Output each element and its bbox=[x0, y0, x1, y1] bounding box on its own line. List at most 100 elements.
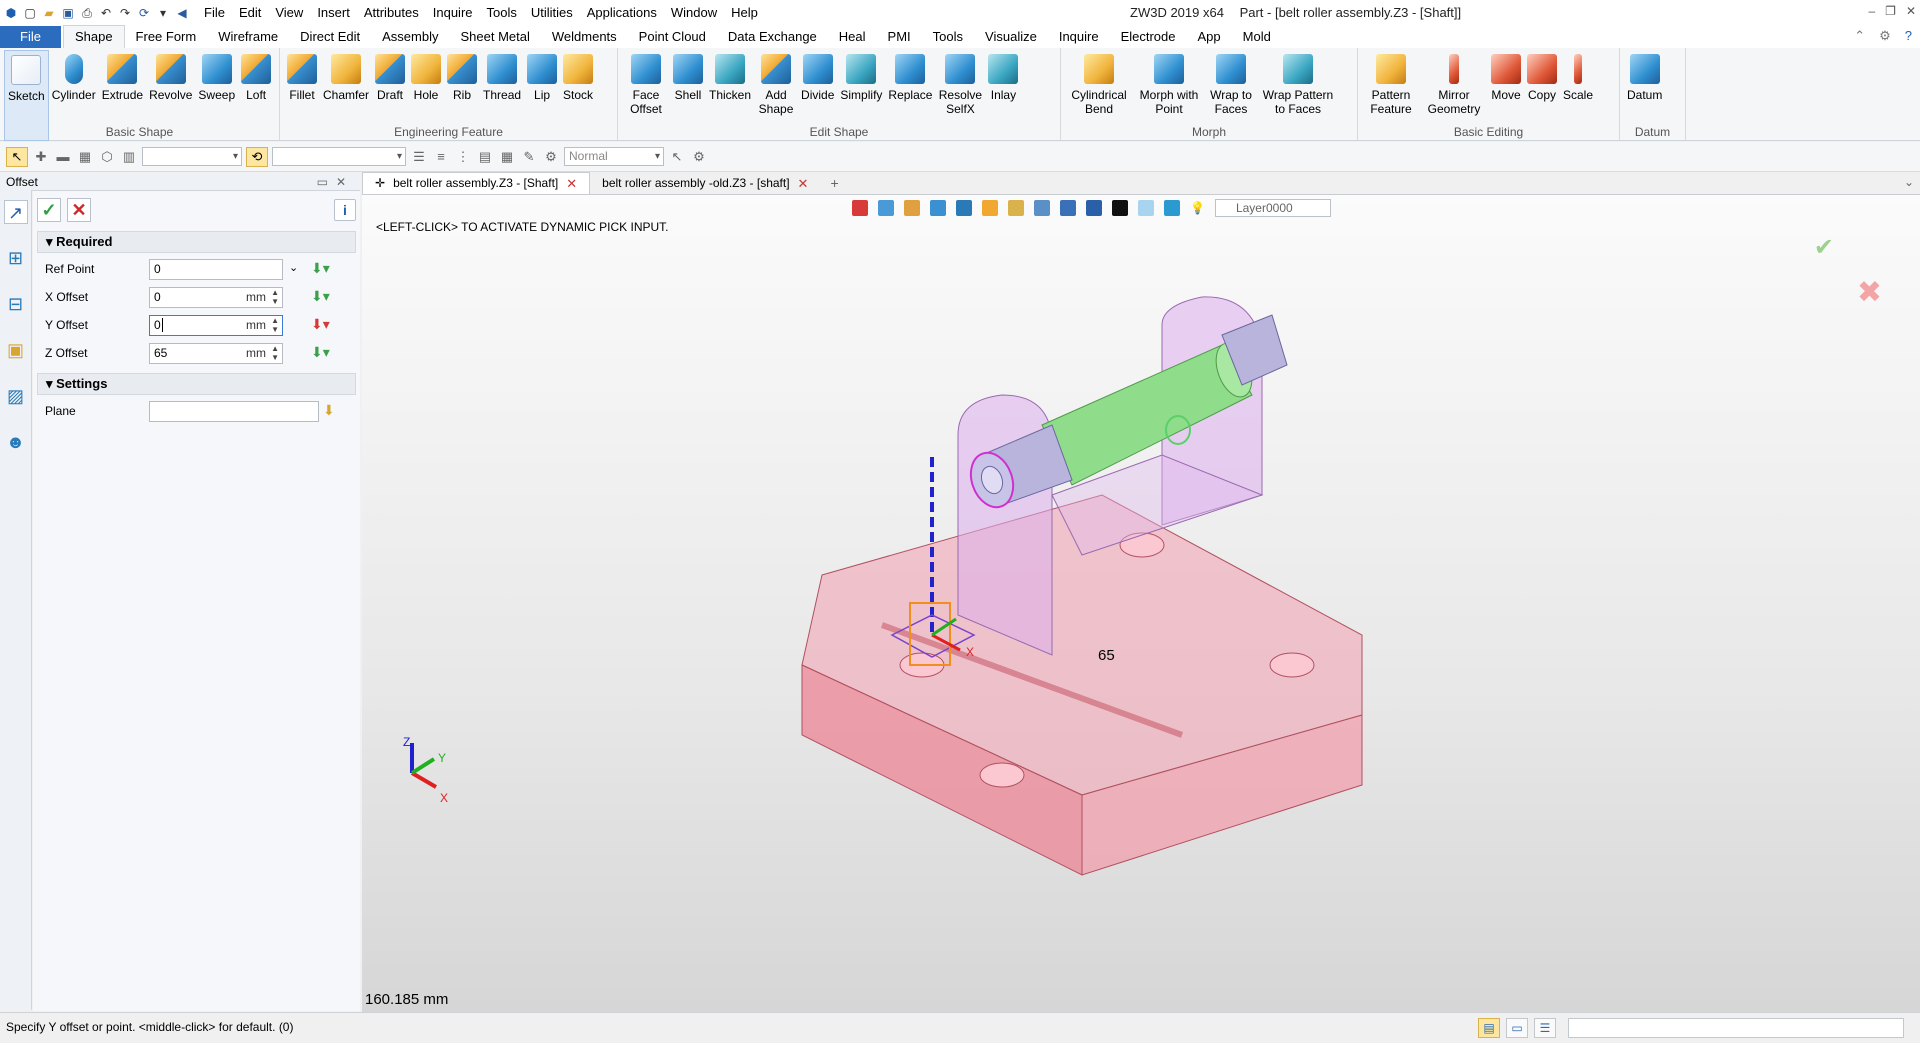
stepper-icon[interactable]: ▲ ▼ bbox=[271, 316, 279, 334]
settings-section-header[interactable]: ▾ Settings bbox=[37, 373, 356, 395]
help-icon[interactable]: ? bbox=[1905, 28, 1912, 44]
restore-button[interactable]: ❐ bbox=[1885, 0, 1896, 22]
history-tree-icon[interactable]: ⊞ bbox=[4, 246, 28, 270]
pick-point-icon[interactable]: ⬇▾ bbox=[311, 288, 330, 305]
tab-point-cloud[interactable]: Point Cloud bbox=[628, 26, 717, 48]
stack-icon[interactable]: ▦ bbox=[498, 148, 516, 166]
expand-icon[interactable]: ⌄ bbox=[289, 261, 298, 274]
brush-icon[interactable]: ✎ bbox=[520, 148, 538, 166]
y-offset-input[interactable]: 0 mm ▲ ▼ bbox=[149, 314, 283, 336]
menu-applications[interactable]: Applications bbox=[580, 0, 664, 26]
tab-assembly[interactable]: Assembly bbox=[371, 26, 449, 48]
close-tab-icon[interactable]: ✕ bbox=[798, 173, 809, 194]
filter-combo[interactable] bbox=[142, 147, 242, 166]
user-icon[interactable]: ☻ bbox=[4, 430, 28, 454]
snap-icon[interactable]: ⟲ bbox=[246, 146, 268, 167]
dimension-label[interactable]: 65 bbox=[1098, 647, 1115, 664]
tab-mold[interactable]: Mold bbox=[1232, 26, 1282, 48]
tab-wireframe[interactable]: Wireframe bbox=[207, 26, 289, 48]
filter-icon[interactable]: ✚ bbox=[32, 148, 50, 166]
save-icon[interactable]: ▣ bbox=[61, 6, 75, 20]
cursor-icon[interactable]: ↖ bbox=[668, 148, 686, 166]
minimize-button[interactable]: – bbox=[1868, 0, 1875, 22]
x-offset-input[interactable]: 0 mm ▲ ▼ bbox=[149, 286, 283, 308]
pick-mode-icon[interactable]: ↖ bbox=[6, 146, 28, 167]
tab-shape[interactable]: Shape bbox=[62, 25, 125, 48]
tab-sheet-metal[interactable]: Sheet Metal bbox=[450, 26, 541, 48]
3d-viewport[interactable]: <LEFT-CLICK> TO ACTIVATE DYNAMIC PICK IN… bbox=[362, 195, 1920, 1012]
print-icon[interactable]: ⎙ bbox=[80, 6, 94, 20]
command-line-icon[interactable]: ▤ bbox=[1478, 1018, 1500, 1038]
list-icon[interactable]: ☰ bbox=[1534, 1018, 1556, 1038]
redo-icon[interactable]: ↷ bbox=[118, 6, 132, 20]
tab-free-form[interactable]: Free Form bbox=[125, 26, 208, 48]
close-button[interactable]: ✕ bbox=[1906, 0, 1916, 22]
tab-pmi[interactable]: PMI bbox=[877, 26, 922, 48]
tab-file[interactable]: File bbox=[0, 26, 61, 48]
grid-icon[interactable]: ▦ bbox=[76, 148, 94, 166]
tab-direct-edit[interactable]: Direct Edit bbox=[289, 26, 371, 48]
pick-point-icon[interactable]: ⬇▾ bbox=[311, 260, 330, 277]
render-mode-combo[interactable]: Normal bbox=[564, 147, 664, 166]
tab-list-icon[interactable]: ⌄ bbox=[1904, 175, 1914, 189]
app-logo-icon[interactable]: ⬢ bbox=[4, 6, 18, 20]
assembly-tree-icon[interactable]: ⊟ bbox=[4, 292, 28, 316]
align-icon[interactable]: ☰ bbox=[410, 148, 428, 166]
menu-edit[interactable]: Edit bbox=[232, 0, 268, 26]
menu-file[interactable]: File bbox=[197, 0, 232, 26]
cog-icon[interactable]: ⚙ bbox=[690, 148, 708, 166]
tab-data-exchange[interactable]: Data Exchange bbox=[717, 26, 828, 48]
tab-heal[interactable]: Heal bbox=[828, 26, 877, 48]
pick-point-icon[interactable]: ⬇▾ bbox=[311, 344, 330, 361]
close-tab-icon[interactable]: ✕ bbox=[566, 173, 577, 194]
stepper-icon[interactable]: ▲ ▼ bbox=[271, 344, 279, 362]
menu-utilities[interactable]: Utilities bbox=[524, 0, 580, 26]
pick-plane-icon[interactable]: ⬇ bbox=[323, 402, 335, 419]
z-offset-input[interactable]: 65 mm ▲ ▼ bbox=[149, 342, 283, 364]
cancel-button[interactable]: ✕ bbox=[67, 198, 91, 222]
doc-tab-active[interactable]: ✛ belt roller assembly.Z3 - [Shaft] ✕ bbox=[362, 172, 591, 194]
part-library-icon[interactable]: ▣ bbox=[4, 338, 28, 362]
bars-icon[interactable]: ▤ bbox=[476, 148, 494, 166]
pin-icon[interactable]: ▭ bbox=[317, 175, 336, 189]
pick-point-active-icon[interactable]: ⬇▾ bbox=[311, 316, 330, 333]
info-button[interactable]: i bbox=[334, 199, 356, 221]
menu-view[interactable]: View bbox=[268, 0, 310, 26]
menu-inquire[interactable]: Inquire bbox=[426, 0, 480, 26]
align-center-icon[interactable]: ≡ bbox=[432, 148, 450, 166]
dropdown-icon[interactable]: ▾ bbox=[156, 6, 170, 20]
settings-icon[interactable]: ⚙ bbox=[542, 148, 560, 166]
tab-app[interactable]: App bbox=[1187, 26, 1232, 48]
collapse-ribbon-icon[interactable]: ⌃ bbox=[1854, 28, 1865, 44]
layers-filter-icon[interactable]: ▥ bbox=[120, 148, 138, 166]
tab-weldments[interactable]: Weldments bbox=[541, 26, 628, 48]
panel-close-icon[interactable]: ✕ bbox=[336, 175, 354, 189]
menu-insert[interactable]: Insert bbox=[310, 0, 357, 26]
tab-tools[interactable]: Tools bbox=[922, 26, 974, 48]
doc-tab[interactable]: belt roller assembly -old.Z3 - [shaft] ✕ bbox=[590, 172, 820, 194]
command-input[interactable] bbox=[1568, 1018, 1904, 1038]
minus-icon[interactable]: ▬ bbox=[54, 148, 72, 166]
ok-button[interactable]: ✓ bbox=[37, 198, 61, 222]
menu-help[interactable]: Help bbox=[724, 0, 765, 26]
new-tab-icon[interactable]: + bbox=[820, 173, 848, 194]
tab-visualize[interactable]: Visualize bbox=[974, 26, 1048, 48]
menu-window[interactable]: Window bbox=[664, 0, 724, 26]
new-file-icon[interactable]: ▢ bbox=[23, 6, 37, 20]
gear-icon[interactable]: ⚙ bbox=[1879, 28, 1891, 44]
menu-attributes[interactable]: Attributes bbox=[357, 0, 426, 26]
hexagon-icon[interactable]: ⬡ bbox=[98, 148, 116, 166]
refresh-icon[interactable]: ⟳ bbox=[137, 6, 151, 20]
stepper-icon[interactable]: ▲ ▼ bbox=[271, 288, 279, 306]
command-tab-icon[interactable]: ↗ bbox=[3, 200, 28, 224]
menu-tools[interactable]: Tools bbox=[480, 0, 524, 26]
plane-input[interactable] bbox=[149, 400, 319, 422]
tab-electrode[interactable]: Electrode bbox=[1110, 26, 1187, 48]
image-library-icon[interactable]: ▨ bbox=[4, 384, 28, 408]
snap-combo[interactable] bbox=[272, 147, 406, 166]
tab-inquire[interactable]: Inquire bbox=[1048, 26, 1110, 48]
distribute-icon[interactable]: ⋮ bbox=[454, 148, 472, 166]
monitor-icon[interactable]: ▭ bbox=[1506, 1018, 1528, 1038]
undo-icon[interactable]: ↶ bbox=[99, 6, 113, 20]
ref-point-input[interactable]: 0 bbox=[149, 258, 283, 280]
